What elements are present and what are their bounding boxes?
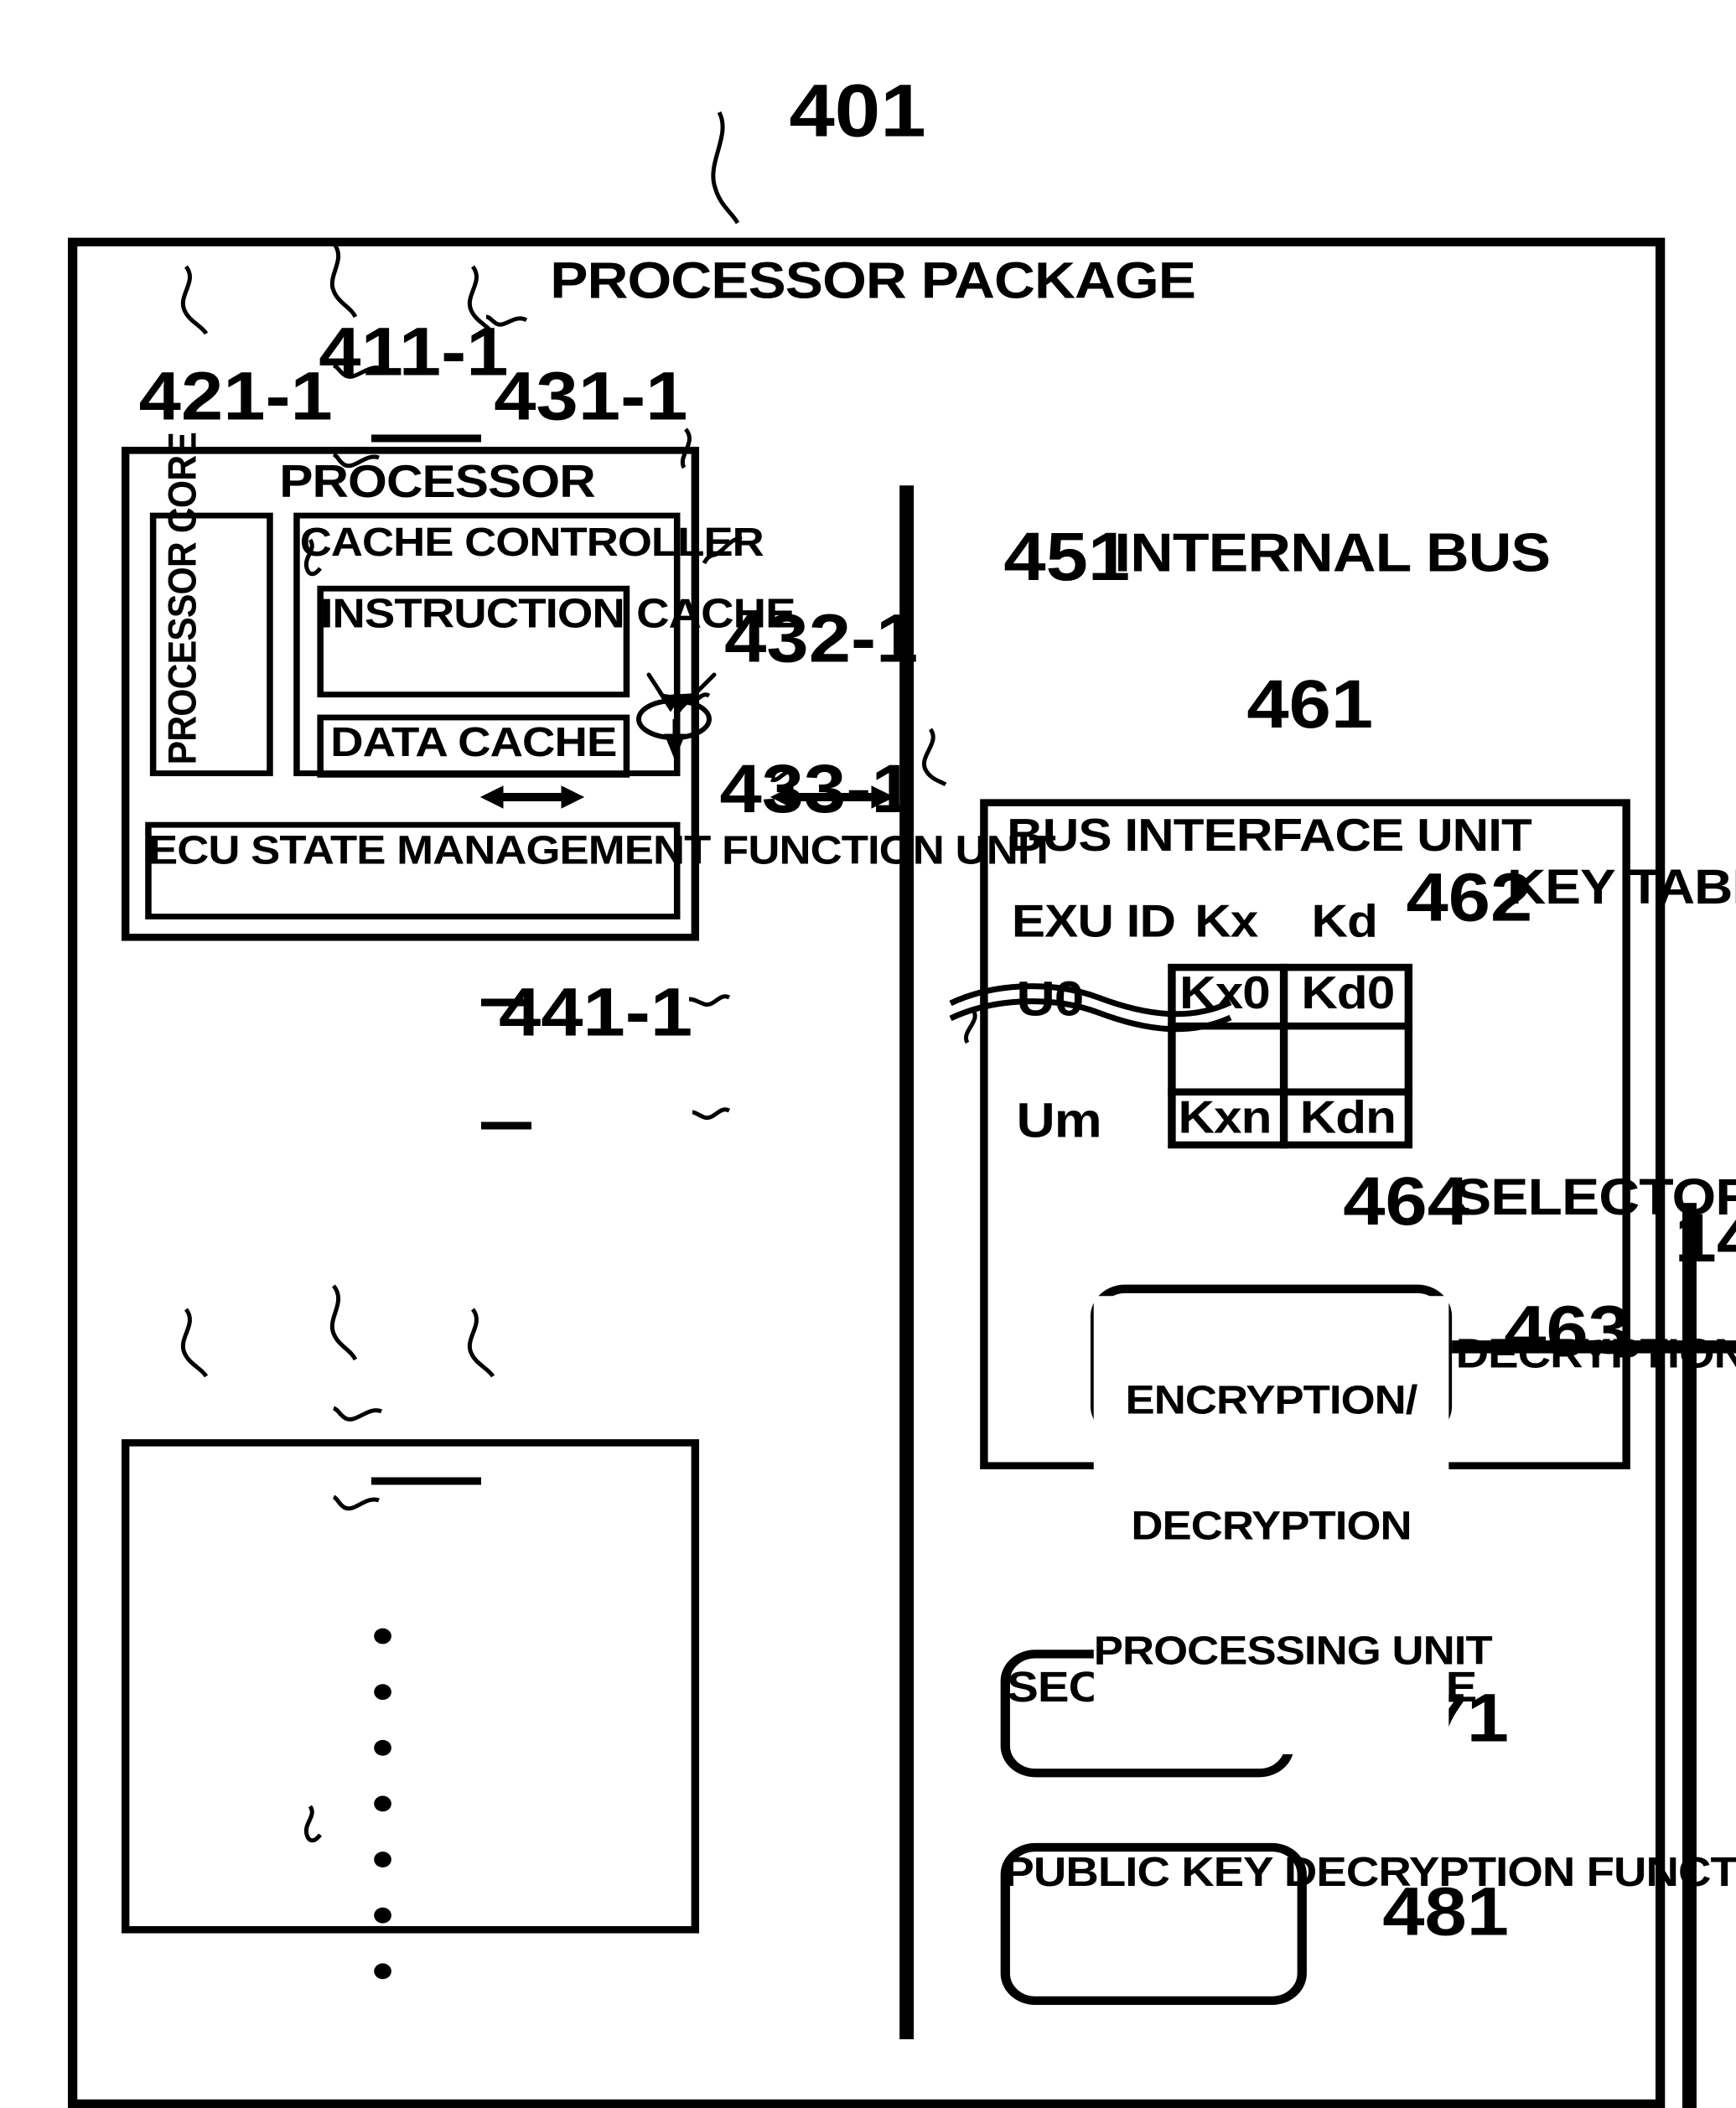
- key-table-cell-kdn: Kdn: [1299, 1090, 1397, 1143]
- ref-401: 401: [789, 70, 926, 153]
- ellipsis-dot: [374, 1963, 391, 1980]
- key-table-row-id-u0: U0: [1016, 972, 1084, 1028]
- ref-464: 464: [1343, 1164, 1469, 1240]
- processor-1-title: PROCESSOR: [279, 455, 595, 507]
- processor-core-1-label: PROCESSOR CORE: [161, 432, 205, 765]
- key-table-grid-row-line-1: [1168, 1022, 1413, 1030]
- external-bus-vertical-line: [1682, 1203, 1697, 2108]
- crypto-unit-text-block: ENCRYPTION/ DECRYPTION PROCESSING UNIT: [1093, 1296, 1493, 1755]
- processor-n-box: [121, 1439, 700, 1934]
- ref-432-1: 432-1: [724, 601, 919, 678]
- ref-411-1: 411-1: [319, 314, 509, 391]
- bus-interface-unit-title: BUS INTERFACE UNIT: [1007, 809, 1532, 861]
- key-table-label: KEY TABLE: [1507, 860, 1736, 915]
- patent-figure: 401 PROCESSOR PACKAGE 411-1 421-1 431-1 …: [0, 0, 1736, 2108]
- key-table-cell-kx0: Kx0: [1179, 966, 1271, 1018]
- internal-bus-label: INTERNAL BUS: [1114, 524, 1551, 585]
- ref-481: 481: [1382, 1874, 1510, 1951]
- external-bus-horizontal-line: [1452, 1340, 1736, 1354]
- ref-431-1: 431-1: [494, 359, 688, 436]
- data-cache-1-label: DATA CACHE: [330, 720, 617, 767]
- public-key-unit-label: PUBLIC KEY DECRYPTION FUNCTION UNIT: [1003, 1850, 1736, 1897]
- ecu-state-management-1-label: ECU STATE MANAGEMENT FUNCTION UNIT: [148, 827, 1056, 873]
- key-table-col-exu-id: EXU ID: [1011, 894, 1176, 947]
- crypto-unit-line-c: PROCESSING UNIT: [1093, 1628, 1493, 1673]
- ref-433-1: 433-1: [719, 751, 914, 828]
- ref-463: 463: [1504, 1292, 1631, 1370]
- ref-411-n: 411-n: [322, 2095, 516, 2108]
- key-table-grid-divider: [1279, 963, 1288, 1149]
- ref-421-1: 421-1: [138, 359, 333, 436]
- crypto-unit-line-a: ENCRYPTION/: [1125, 1378, 1418, 1422]
- ref-451: 451: [1003, 520, 1131, 596]
- processor-package-title: PROCESSOR PACKAGE: [550, 250, 1196, 310]
- cache-controller-1-label: CACHE CONTROLLER: [299, 520, 764, 565]
- internal-bus-line: [899, 485, 915, 2039]
- ref-461: 461: [1246, 667, 1374, 743]
- key-table-col-kd: Kd: [1311, 894, 1378, 947]
- key-table-cell-kxn: Kxn: [1178, 1090, 1272, 1143]
- key-table-cell-kd0: Kd0: [1301, 966, 1395, 1018]
- key-table-row-id-um: Um: [1016, 1094, 1101, 1149]
- crypto-unit-line-b: DECRYPTION: [1131, 1503, 1412, 1548]
- key-table-col-kx: Kx: [1194, 894, 1258, 947]
- instruction-cache-1-label: INSTRUCTION CACHE: [320, 591, 795, 638]
- ref-441-1: 441-1: [498, 975, 693, 1052]
